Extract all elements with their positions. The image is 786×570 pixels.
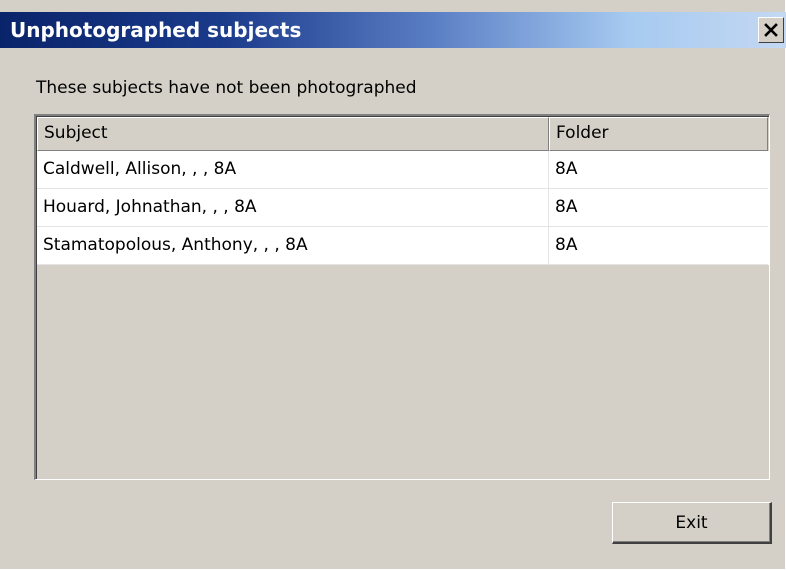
- subject-cell: Houard, Johnathan, , , 8A: [37, 189, 549, 227]
- folder-cell: 8A: [549, 189, 768, 227]
- subjects-list-inner: Subject Folder Caldwell, Allison, , , 8A…: [36, 116, 769, 479]
- table-row[interactable]: Stamatopolous, Anthony, , , 8A 8A: [37, 227, 769, 265]
- folder-cell: 8A: [549, 227, 768, 265]
- table-row[interactable]: Caldwell, Allison, , , 8A 8A: [37, 151, 769, 189]
- subject-cell: Caldwell, Allison, , , 8A: [37, 151, 549, 189]
- exit-button[interactable]: Exit: [612, 502, 772, 544]
- dialog-window: Unphotographed subjects These subjects h…: [0, 0, 786, 570]
- close-icon: [764, 23, 778, 37]
- subjects-list[interactable]: Subject Folder Caldwell, Allison, , , 8A…: [34, 114, 770, 480]
- table-row[interactable]: Houard, Johnathan, , , 8A 8A: [37, 189, 769, 227]
- subject-cell: Stamatopolous, Anthony, , , 8A: [37, 227, 549, 265]
- title-bar[interactable]: Unphotographed subjects: [0, 12, 786, 48]
- column-header-folder[interactable]: Folder: [549, 117, 768, 151]
- list-header: Subject Folder: [37, 117, 769, 151]
- prompt-label: These subjects have not been photographe…: [36, 78, 417, 98]
- column-header-subject[interactable]: Subject: [37, 117, 549, 151]
- window-title: Unphotographed subjects: [10, 18, 302, 42]
- close-button[interactable]: [758, 17, 784, 43]
- folder-cell: 8A: [549, 151, 768, 189]
